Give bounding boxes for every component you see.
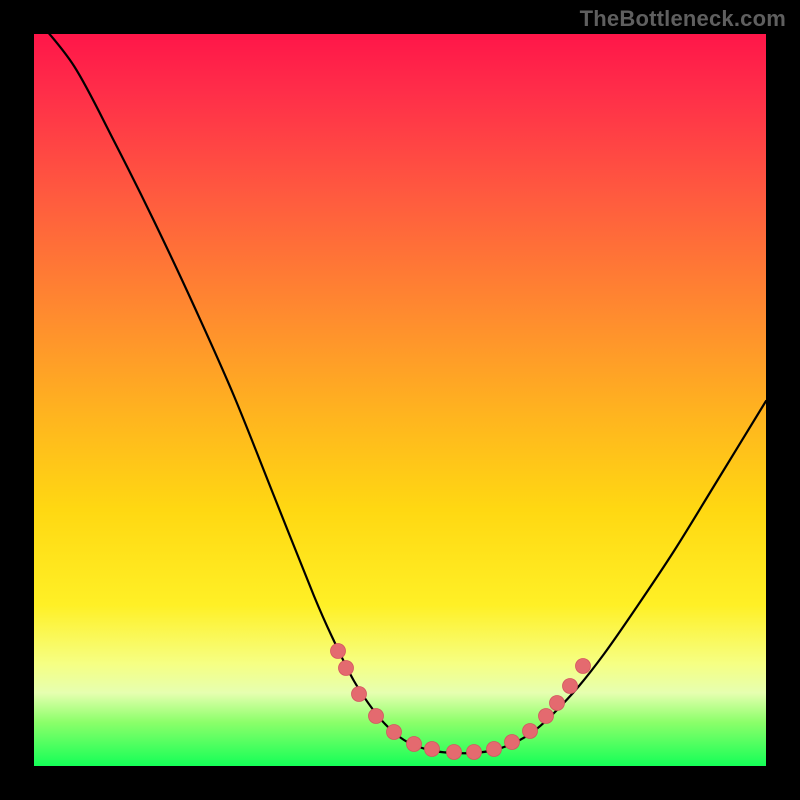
curve-markers <box>331 644 591 760</box>
curve-marker-dot <box>407 737 422 752</box>
curve-marker-dot <box>339 661 354 676</box>
curve-marker-dot <box>505 735 520 750</box>
curve-marker-dot <box>369 709 384 724</box>
curve-marker-dot <box>447 745 462 760</box>
curve-marker-dot <box>331 644 346 659</box>
bottleneck-curve <box>34 34 766 753</box>
curve-marker-dot <box>563 679 578 694</box>
curve-marker-dot <box>467 745 482 760</box>
plot-area <box>34 34 766 766</box>
curve-marker-dot <box>539 709 554 724</box>
curve-marker-dot <box>352 687 367 702</box>
curve-marker-dot <box>550 696 565 711</box>
curve-marker-dot <box>487 742 502 757</box>
curve-marker-dot <box>523 724 538 739</box>
chart-frame: TheBottleneck.com <box>0 0 800 800</box>
curve-marker-dot <box>576 659 591 674</box>
curve-marker-dot <box>425 742 440 757</box>
chart-svg <box>34 34 766 766</box>
curve-marker-dot <box>387 725 402 740</box>
watermark-text: TheBottleneck.com <box>580 6 786 32</box>
